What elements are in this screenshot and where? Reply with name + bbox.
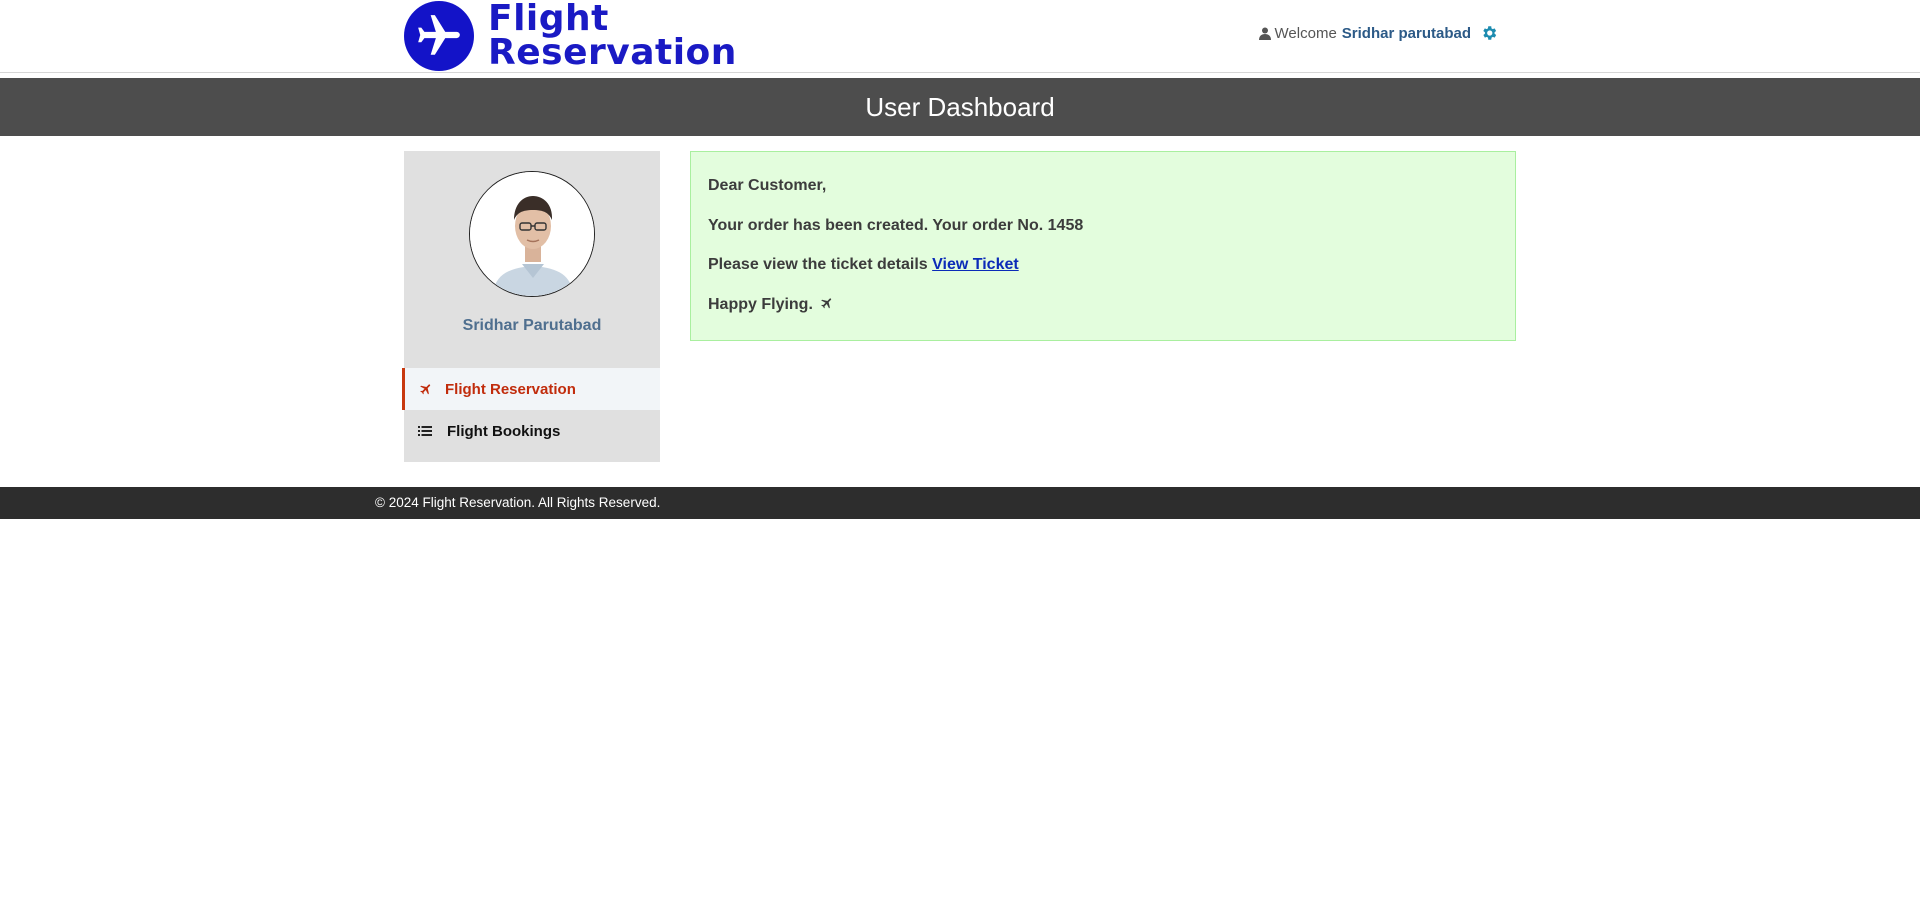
plane-icon [420, 384, 431, 395]
plane-icon [821, 297, 832, 308]
logo-text: Flight Reservation [488, 0, 737, 73]
sidebar-item-flight-bookings[interactable]: Flight Bookings [404, 410, 660, 452]
logo-line-1: Flight [488, 0, 609, 39]
order-text: Your order has been created. Your order … [708, 216, 1084, 234]
closing-line: Happy Flying. [708, 295, 1498, 315]
sidebar-item-label: Flight Bookings [447, 422, 561, 440]
airplane-logo-icon [404, 1, 474, 71]
page-title-bar: User Dashboard [0, 78, 1920, 136]
ticket-text: Please view the ticket details [708, 256, 928, 273]
ticket-line: Please view the ticket details View Tick… [708, 255, 1498, 275]
sidebar-item-label: Flight Reservation [445, 380, 576, 398]
closing-text: Happy Flying. [708, 295, 813, 313]
gear-icon[interactable] [1480, 24, 1498, 42]
welcome-label: Welcome [1274, 24, 1337, 42]
site-footer: © 2024 Flight Reservation. All Rights Re… [0, 487, 1920, 519]
user-name-link[interactable]: Sridhar parutabad [1342, 25, 1471, 42]
sidebar-item-flight-reservation[interactable]: Flight Reservation [402, 368, 660, 410]
logo-line-2: Reservation [488, 32, 737, 73]
profile-name: Sridhar Parutabad [462, 317, 602, 334]
order-confirmation-alert: Dear Customer, Your order has been creat… [690, 151, 1516, 341]
copyright-text: © 2024 Flight Reservation. All Rights Re… [375, 495, 661, 510]
site-header: Flight Reservation Welcome Sridhar parut… [0, 0, 1920, 73]
greeting-text: Dear Customer, [708, 177, 827, 194]
view-ticket-link[interactable]: View Ticket [932, 256, 1019, 273]
page-title: User Dashboard [865, 92, 1055, 122]
sidebar: Sridhar Parutabad Flight Reservation Fli… [402, 151, 660, 462]
avatar [469, 171, 595, 297]
user-icon [1258, 27, 1271, 40]
site-logo[interactable]: Flight Reservation [404, 1, 736, 71]
list-icon [418, 426, 432, 436]
welcome-area: Welcome Sridhar parutabad [1258, 24, 1498, 42]
